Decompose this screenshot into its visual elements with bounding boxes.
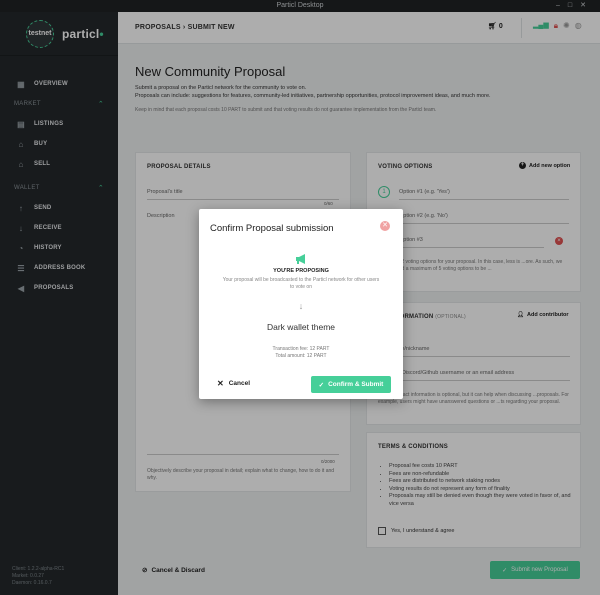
broadcast-text: Your proposal will be broadcasted to the… (222, 277, 380, 290)
check-icon: ✓ (318, 381, 325, 389)
arrow-down-icon: ↓ (298, 301, 304, 311)
close-icon[interactable]: ✕ (380, 221, 390, 231)
proposal-name: Dark wallet theme (266, 322, 336, 332)
confirm-label: Confirm & Submit (328, 381, 384, 388)
dialog-cancel-button[interactable]: ✕ Cancel (217, 379, 250, 388)
total-amount: Total amount: 12 PART (275, 352, 327, 359)
dialog-title: Confirm Proposal submission (210, 223, 334, 234)
fee-summary: Transaction fee: 12 PART Total amount: 1… (199, 346, 403, 359)
proposing-heading: YOU'RE PROPOSING (273, 268, 329, 274)
confirm-submission-dialog: Confirm Proposal submission ✕ YOU'RE PRO… (199, 209, 403, 399)
confirm-submit-button[interactable]: ✓ Confirm & Submit (311, 376, 391, 393)
megaphone-icon (294, 252, 308, 266)
dialog-cancel-label: Cancel (228, 380, 251, 387)
close-x-icon: ✕ (217, 379, 224, 388)
